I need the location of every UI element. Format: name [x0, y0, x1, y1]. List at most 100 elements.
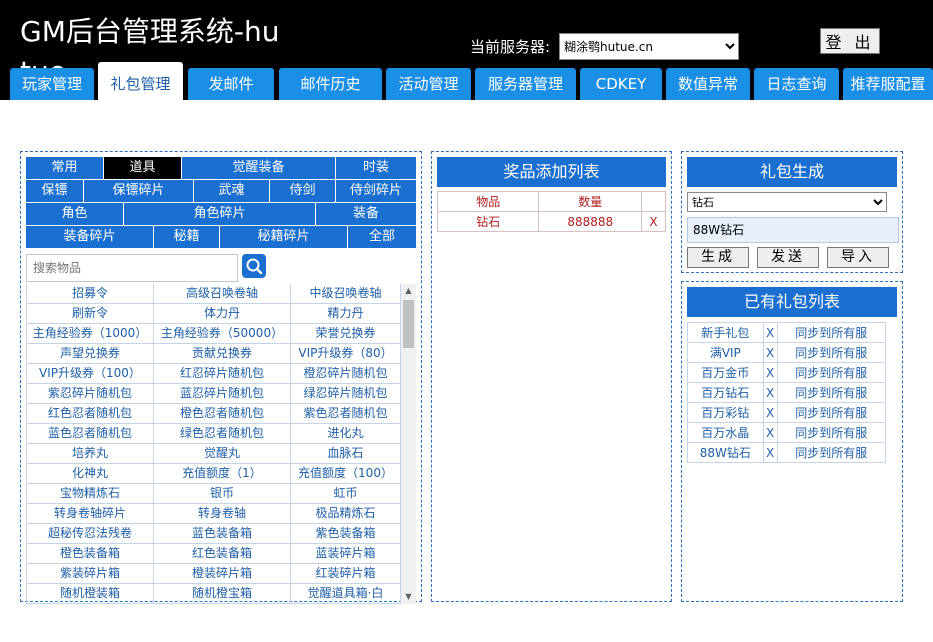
- scroll-down-icon[interactable]: ▼: [401, 590, 416, 604]
- item-cell[interactable]: 觉醒道具箱·白: [291, 584, 401, 604]
- scroll-up-icon[interactable]: ▲: [401, 284, 416, 298]
- item-cell[interactable]: 宝物精炼石: [26, 484, 154, 504]
- item-cell[interactable]: 红色忍者随机包: [26, 404, 154, 424]
- category-bodyguard[interactable]: 保镖: [26, 180, 84, 202]
- item-cell[interactable]: 紫色装备箱: [291, 524, 401, 544]
- tab-activity-management[interactable]: 活动管理: [386, 68, 471, 100]
- category-equipment-fragment[interactable]: 装备碎片: [26, 226, 154, 248]
- category-warsoul[interactable]: 武魂: [194, 180, 270, 202]
- category-character-fragment[interactable]: 角色碎片: [124, 203, 316, 225]
- item-cell[interactable]: 充值额度（1）: [154, 464, 291, 484]
- item-cell[interactable]: 进化丸: [291, 424, 401, 444]
- item-cell[interactable]: 虹币: [291, 484, 401, 504]
- item-cell[interactable]: 充值额度（100）: [291, 464, 401, 484]
- item-cell[interactable]: 银币: [154, 484, 291, 504]
- search-input[interactable]: [26, 254, 238, 282]
- item-cell[interactable]: 精力丹: [291, 304, 401, 324]
- item-cell[interactable]: 血脉石: [291, 444, 401, 464]
- item-cell[interactable]: 绿忍碎片随机包: [291, 384, 401, 404]
- category-sword[interactable]: 侍剑: [270, 180, 336, 202]
- category-common[interactable]: 常用: [26, 157, 104, 179]
- gift-item-select[interactable]: 钻石: [687, 192, 887, 212]
- item-cell[interactable]: 橙忍碎片随机包: [291, 364, 401, 384]
- item-grid-scrollbar[interactable]: ▲ ▼: [401, 284, 416, 604]
- gift-name-field[interactable]: 88W钻石: [687, 217, 899, 243]
- item-cell[interactable]: 主角经验券（50000）: [154, 324, 291, 344]
- category-bodyguard-fragment[interactable]: 保镖碎片: [84, 180, 194, 202]
- tab-value-anomaly[interactable]: 数值异常: [666, 68, 750, 100]
- item-cell[interactable]: 紫色忍者随机包: [291, 404, 401, 424]
- item-cell[interactable]: 化神丸: [26, 464, 154, 484]
- item-cell[interactable]: 随机橙宝箱: [154, 584, 291, 604]
- gift-remove-button[interactable]: X: [762, 402, 778, 423]
- gift-sync-button[interactable]: 同步到所有服: [776, 322, 887, 343]
- item-cell[interactable]: 贡献兑换券: [154, 344, 291, 364]
- gift-sync-button[interactable]: 同步到所有服: [776, 442, 887, 463]
- category-equipment[interactable]: 装备: [316, 203, 416, 225]
- item-cell[interactable]: 随机橙装箱: [26, 584, 154, 604]
- item-cell[interactable]: 橙装碎片箱: [154, 564, 291, 584]
- item-cell[interactable]: 高级召唤卷轴: [154, 284, 291, 304]
- item-cell[interactable]: 蓝忍碎片随机包: [154, 384, 291, 404]
- import-button[interactable]: 导入: [827, 247, 889, 268]
- tab-player-management[interactable]: 玩家管理: [10, 68, 94, 100]
- logout-button[interactable]: 登 出: [820, 28, 880, 54]
- tab-recommended-server[interactable]: 推荐服配置: [843, 68, 933, 100]
- item-cell[interactable]: 招募令: [26, 284, 154, 304]
- category-all[interactable]: 全部: [348, 226, 416, 248]
- tab-server-management[interactable]: 服务器管理: [475, 68, 576, 100]
- send-button[interactable]: 发送: [757, 247, 819, 268]
- gift-remove-button[interactable]: X: [762, 442, 778, 463]
- tab-mail-history[interactable]: 邮件历史: [279, 68, 382, 100]
- search-button[interactable]: [242, 254, 266, 278]
- gift-sync-button[interactable]: 同步到所有服: [776, 402, 887, 423]
- item-cell[interactable]: 橙色忍者随机包: [154, 404, 291, 424]
- generate-button[interactable]: 生成: [687, 247, 749, 268]
- gift-remove-button[interactable]: X: [762, 342, 778, 363]
- gift-remove-button[interactable]: X: [762, 422, 778, 443]
- gift-remove-button[interactable]: X: [762, 362, 778, 383]
- category-character[interactable]: 角色: [26, 203, 124, 225]
- scroll-thumb[interactable]: [403, 300, 414, 348]
- item-cell[interactable]: 紫忍碎片随机包: [26, 384, 154, 404]
- item-cell[interactable]: 超秘传忍法残卷: [26, 524, 154, 544]
- item-cell[interactable]: 转身卷轴碎片: [26, 504, 154, 524]
- item-cell[interactable]: 蓝装碎片箱: [291, 544, 401, 564]
- prize-remove-button[interactable]: X: [641, 211, 666, 232]
- gift-sync-button[interactable]: 同步到所有服: [776, 342, 887, 363]
- item-cell[interactable]: 红忍碎片随机包: [154, 364, 291, 384]
- item-cell[interactable]: 红装碎片箱: [291, 564, 401, 584]
- item-cell[interactable]: 荣誉兑换券: [291, 324, 401, 344]
- tab-send-mail[interactable]: 发邮件: [188, 68, 274, 100]
- gift-remove-button[interactable]: X: [762, 382, 778, 403]
- item-cell[interactable]: 声望兑换券: [26, 344, 154, 364]
- item-cell[interactable]: 红色装备箱: [154, 544, 291, 564]
- category-props[interactable]: 道具: [104, 157, 182, 179]
- category-fashion[interactable]: 时装: [336, 157, 416, 179]
- item-cell[interactable]: 刷新令: [26, 304, 154, 324]
- item-cell[interactable]: 觉醒丸: [154, 444, 291, 464]
- gift-sync-button[interactable]: 同步到所有服: [776, 362, 887, 383]
- item-cell[interactable]: 体力丹: [154, 304, 291, 324]
- item-cell[interactable]: VIP升级券（100）: [26, 364, 154, 384]
- tab-cdkey[interactable]: CDKEY: [580, 68, 662, 100]
- item-cell[interactable]: 绿色忍者随机包: [154, 424, 291, 444]
- item-cell[interactable]: 蓝色忍者随机包: [26, 424, 154, 444]
- item-cell[interactable]: 培养丸: [26, 444, 154, 464]
- item-cell[interactable]: 主角经验券（1000）: [26, 324, 154, 344]
- category-manual-fragment[interactable]: 秘籍碎片: [220, 226, 348, 248]
- item-cell[interactable]: 紫装碎片箱: [26, 564, 154, 584]
- category-awaken-equip[interactable]: 觉醒装备: [182, 157, 336, 179]
- item-cell[interactable]: VIP升级券（80）: [291, 344, 401, 364]
- gift-sync-button[interactable]: 同步到所有服: [776, 382, 887, 403]
- tab-log-query[interactable]: 日志查询: [754, 68, 839, 100]
- server-select[interactable]: 糊涂鹗hutue.cn: [559, 33, 739, 60]
- tab-gift-management[interactable]: 礼包管理: [98, 62, 183, 100]
- gift-sync-button[interactable]: 同步到所有服: [776, 422, 887, 443]
- item-cell[interactable]: 中级召唤卷轴: [291, 284, 401, 304]
- gift-remove-button[interactable]: X: [762, 322, 778, 343]
- item-cell[interactable]: 蓝色装备箱: [154, 524, 291, 544]
- item-cell[interactable]: 极品精炼石: [291, 504, 401, 524]
- item-cell[interactable]: 橙色装备箱: [26, 544, 154, 564]
- category-manual[interactable]: 秘籍: [154, 226, 220, 248]
